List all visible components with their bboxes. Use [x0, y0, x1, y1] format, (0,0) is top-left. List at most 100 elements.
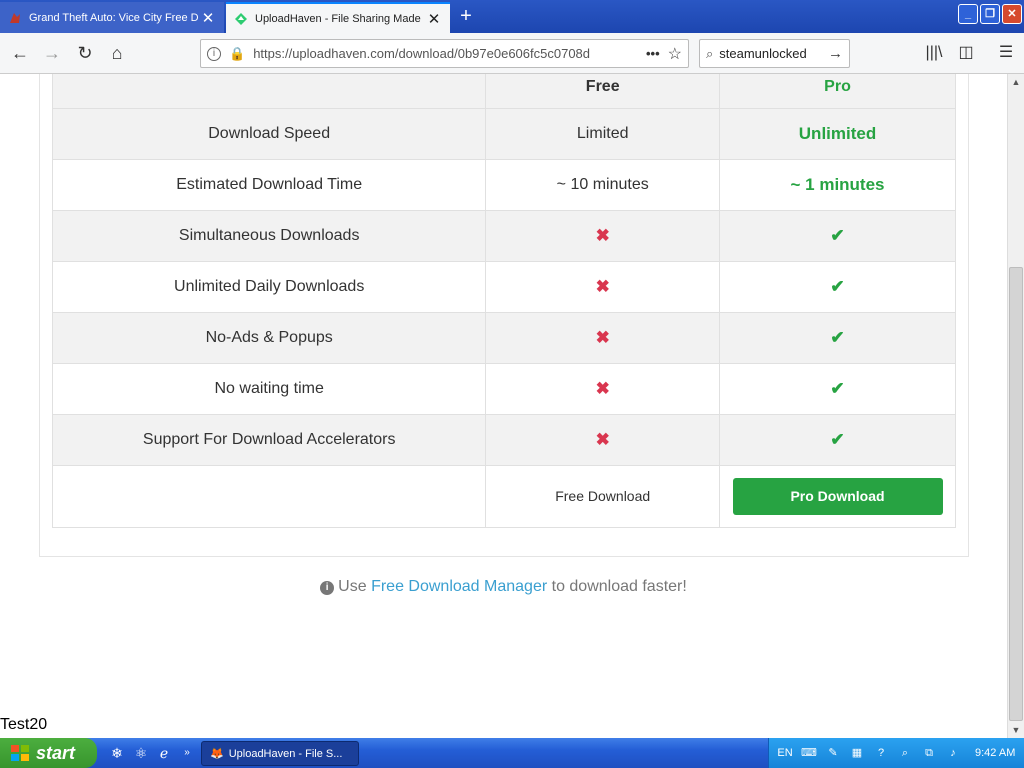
restore-button[interactable]: ❐ — [980, 4, 1000, 24]
search-input[interactable]: steamunlocked — [719, 46, 828, 61]
page-content: Free Pro Download Speed Limited Unlimited E… — [0, 74, 1007, 738]
firefox-icon: 🦊 — [210, 748, 224, 760]
search-icon: ⌕ — [706, 45, 714, 61]
url-bar[interactable]: i 🔒 https://uploadhaven.com/download/0b9… — [200, 39, 689, 68]
quicklaunch-app-icon[interactable]: ⚛ — [132, 744, 150, 762]
table-row: Download Speed Limited Unlimited — [51, 108, 956, 160]
taskbar-item-firefox[interactable]: 🦊 UploadHaven - File S... — [201, 741, 359, 766]
header-pro: Pro — [719, 74, 956, 109]
scroll-down-icon[interactable]: ▼ — [1008, 722, 1024, 738]
pro-download-button[interactable]: Pro Download — [732, 478, 943, 515]
taskbar-item-label: UploadHaven - File S... — [228, 747, 343, 760]
table-row: Support For Download Accelerators ✖ ✔ — [51, 414, 956, 466]
feature-cell-text: No-Ads & Popups — [205, 329, 333, 346]
check-icon: ✔ — [830, 328, 845, 347]
tab-uploadhaven[interactable]: UploadHaven - File Sharing Made ✕ — [226, 2, 450, 33]
input-tool-icon[interactable]: ▦ — [849, 745, 865, 761]
uploadhaven-favicon-icon — [235, 12, 247, 25]
fdm-suffix: to download faster! — [547, 578, 687, 595]
tab-close-icon[interactable]: ✕ — [426, 10, 442, 28]
feature-cell-text: Estimated Download Time — [176, 176, 363, 193]
feature-cell: Download Speed — [51, 108, 487, 160]
reload-icon[interactable]: ↻ — [73, 41, 97, 65]
free-cell-text: Limited — [576, 125, 629, 142]
start-label: start — [36, 742, 76, 763]
free-download-cell: Free Download — [485, 465, 721, 528]
fdm-link[interactable]: Free Download Manager — [371, 578, 547, 595]
free-cell: ~ 10 minutes — [485, 159, 721, 211]
windows-flag-icon — [11, 745, 29, 761]
check-icon: ✔ — [830, 430, 845, 449]
bookmark-star-icon[interactable]: ☆ — [668, 44, 682, 64]
quicklaunch-ie-icon[interactable]: ℯ — [155, 744, 173, 762]
quicklaunch-more-icon[interactable]: » — [178, 744, 196, 762]
minimize-button[interactable]: _ — [958, 4, 978, 24]
pro-cell: ✔ — [719, 261, 956, 313]
pro-download-cell: Pro Download — [719, 465, 956, 528]
scroll-up-icon[interactable]: ▲ — [1008, 74, 1024, 90]
url-text[interactable]: https://uploadhaven.com/download/0b97e0e… — [253, 46, 638, 61]
keyboard-icon[interactable]: ⌨ — [801, 745, 817, 761]
navigation-bar: ← → ↻ ⌂ i 🔒 https://uploadhaven.com/down… — [0, 33, 1024, 74]
table-row: Unlimited Daily Downloads ✖ ✔ — [51, 261, 956, 313]
start-button[interactable]: start — [0, 738, 97, 768]
table-row: Simultaneous Downloads ✖ ✔ — [51, 210, 956, 262]
footer-blank — [51, 465, 487, 528]
search-bar[interactable]: ⌕ steamunlocked → — [699, 39, 850, 68]
feature-cell-text: No waiting time — [214, 380, 324, 397]
close-window-button[interactable]: ✕ — [1002, 4, 1022, 24]
search-tray-icon[interactable]: ⌕ — [897, 745, 913, 761]
tab-bar: Grand Theft Auto: Vice City Free D ✕ Upl… — [0, 0, 1024, 33]
info-icon: i — [320, 581, 335, 595]
pen-icon[interactable]: ✎ — [825, 745, 841, 761]
volume-icon[interactable]: ♪ — [945, 745, 961, 761]
check-icon: ✔ — [830, 226, 845, 245]
fdm-prefix: Use — [338, 578, 372, 595]
feature-cell: Unlimited Daily Downloads — [51, 261, 487, 313]
header-free: Free — [485, 74, 721, 109]
header-blank — [51, 74, 487, 109]
free-cell: ✖ — [485, 312, 721, 364]
pro-cell: ✔ — [719, 363, 956, 415]
feature-cell: No-Ads & Popups — [51, 312, 487, 364]
pro-value: ~ 1 minutes — [790, 175, 885, 194]
vertical-scrollbar[interactable]: ▲ ▼ — [1007, 74, 1024, 738]
check-icon: ✔ — [830, 277, 845, 296]
forward-arrow-icon[interactable]: → — [40, 41, 64, 65]
language-indicator[interactable]: EN — [777, 745, 793, 761]
table-row: No waiting time ✖ ✔ — [51, 363, 956, 415]
feature-cell: Support For Download Accelerators — [51, 414, 487, 466]
free-cell: ✖ — [485, 210, 721, 262]
feature-cell-text: Download Speed — [208, 125, 331, 142]
pro-cell: ✔ — [719, 210, 956, 262]
quicklaunch-snowflake-icon[interactable]: ❄ — [108, 744, 126, 762]
free-cell-text: ~ 10 minutes — [556, 176, 649, 193]
info-icon[interactable]: i — [207, 46, 221, 61]
network-icon[interactable]: ⧉ — [921, 745, 937, 761]
cross-icon: ✖ — [595, 328, 610, 347]
free-download-link[interactable]: Free Download — [555, 488, 650, 504]
tab-gta-vice-city[interactable]: Grand Theft Auto: Vice City Free D ✕ — [0, 2, 224, 33]
taskbar: start ❄ ⚛ ℯ » 🦊 UploadHaven - File S... … — [0, 738, 1024, 768]
tab-title: UploadHaven - File Sharing Made — [255, 12, 421, 25]
library-icon[interactable]: |||\ — [922, 41, 946, 65]
search-go-icon[interactable]: → — [828, 45, 843, 62]
free-cell: ✖ — [485, 363, 721, 415]
help-icon[interactable]: ? — [873, 745, 889, 761]
download-buttons-row: Free Download Pro Download — [51, 465, 956, 528]
new-tab-button[interactable]: + — [455, 4, 477, 28]
lock-icon[interactable]: 🔒 — [229, 46, 245, 62]
home-icon[interactable]: ⌂ — [105, 41, 129, 65]
pro-cell: ~ 1 minutes — [719, 159, 956, 211]
sidebar-icon[interactable]: ◫ — [954, 41, 978, 65]
scroll-thumb[interactable] — [1009, 267, 1023, 721]
cross-icon: ✖ — [595, 277, 610, 296]
gta-favicon-icon — [10, 12, 20, 23]
menu-icon[interactable]: ☰ — [994, 41, 1018, 65]
cross-icon: ✖ — [595, 430, 610, 449]
back-arrow-icon[interactable]: ← — [8, 41, 32, 65]
pro-cell: ✔ — [719, 414, 956, 466]
cross-icon: ✖ — [595, 226, 610, 245]
page-actions-icon[interactable]: ••• — [646, 46, 660, 61]
tab-close-icon[interactable]: ✕ — [200, 9, 216, 27]
